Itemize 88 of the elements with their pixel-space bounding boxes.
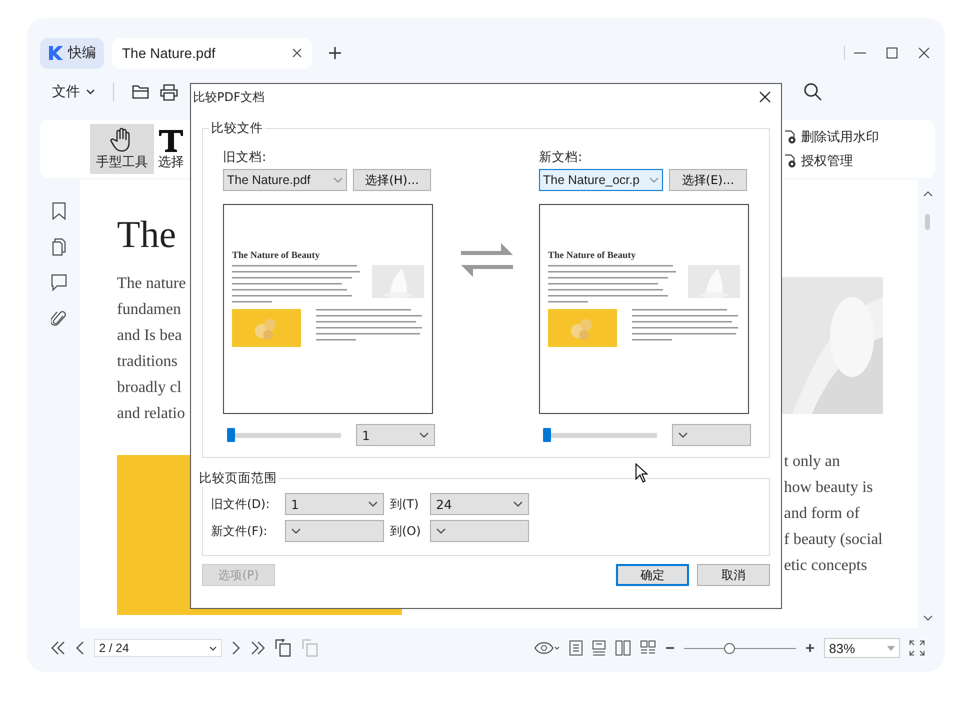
- caret-icon: [436, 528, 446, 534]
- license-button[interactable]: 授权管理: [783, 152, 879, 170]
- body-text: how beauty is: [784, 478, 874, 498]
- print-icon[interactable]: [160, 83, 178, 101]
- select-tool-button[interactable]: 选择: [158, 124, 184, 174]
- field-label: 新文件(F):: [211, 522, 268, 540]
- close-icon[interactable]: [292, 48, 302, 58]
- single-page-icon[interactable]: [569, 640, 583, 656]
- add-tab-icon[interactable]: [328, 46, 342, 60]
- folder-icon[interactable]: [132, 84, 150, 100]
- field-label: 旧文件(D):: [211, 496, 271, 512]
- preview-heading: The Nature of Beauty: [232, 251, 321, 261]
- next-page-icon[interactable]: [231, 641, 241, 655]
- group-title: 比较页面范围: [198, 470, 278, 487]
- cursor-icon: [635, 463, 649, 483]
- caret-icon: [291, 528, 301, 534]
- dialog-title: 比较PDF文档: [193, 88, 264, 106]
- slider-thumb[interactable]: [543, 428, 551, 442]
- hand-tool-button[interactable]: 手型工具: [90, 124, 154, 174]
- eye-icon[interactable]: [534, 641, 560, 655]
- attachment-icon[interactable]: [50, 310, 66, 328]
- file-menu[interactable]: 文件: [52, 83, 95, 101]
- field-label: 到(T): [390, 496, 420, 512]
- caret-icon: [649, 177, 659, 183]
- swap-icon: [461, 243, 513, 277]
- body-text: etic concepts: [784, 556, 868, 576]
- close-icon[interactable]: [759, 91, 771, 103]
- scroll-down-icon[interactable]: [922, 614, 932, 622]
- text-tool-icon: [158, 127, 184, 153]
- first-page-icon[interactable]: [50, 641, 66, 655]
- maximize-icon[interactable]: [885, 46, 899, 60]
- app-logo[interactable]: 快编: [40, 38, 104, 68]
- body-text: and Is bea: [117, 326, 182, 346]
- body-text: f beauty (social: [784, 530, 884, 550]
- field-label: 旧文档:: [223, 149, 268, 166]
- body-text: traditions: [117, 352, 178, 372]
- comment-icon[interactable]: [50, 274, 66, 292]
- body-text: broadly cl: [117, 378, 182, 398]
- rotate-page-icon[interactable]: [275, 639, 293, 657]
- badge-icon: [783, 154, 797, 168]
- choose-file-button[interactable]: 选择(E)...: [669, 169, 747, 191]
- search-icon[interactable]: [803, 82, 823, 102]
- field-label: 新文档:: [539, 149, 584, 166]
- continuous-page-icon[interactable]: [592, 640, 606, 656]
- page-dropdown[interactable]: 1: [356, 424, 435, 446]
- zoom-field[interactable]: 83%: [824, 638, 900, 658]
- fullscreen-icon[interactable]: [909, 640, 925, 656]
- field-label: 到(O): [390, 522, 422, 540]
- document-tab[interactable]: The Nature.pdf: [112, 38, 312, 68]
- body-text: t only an: [784, 452, 841, 472]
- choose-file-button[interactable]: 选择(H)...: [353, 169, 431, 191]
- logo-icon: [48, 45, 64, 61]
- caret-icon: [368, 501, 378, 507]
- file-dropdown[interactable]: The Nature_ocr.p: [539, 169, 663, 191]
- scrollbar-thumb[interactable]: [925, 214, 930, 230]
- caret-icon: [678, 432, 688, 438]
- remove-watermark-button[interactable]: 删除试用水印: [783, 128, 879, 146]
- zoom-in-icon[interactable]: [805, 643, 815, 653]
- bookmark-icon[interactable]: [52, 202, 66, 220]
- body-text: and relatio: [117, 404, 185, 424]
- two-page-scroll-icon[interactable]: [640, 640, 656, 656]
- group-title: 比较文件: [210, 120, 264, 137]
- caret-icon: [333, 177, 343, 183]
- body-text: fundamen: [117, 300, 181, 320]
- badge-icon: [783, 130, 797, 144]
- page-number-field[interactable]: 2 / 24: [94, 639, 222, 657]
- caret-icon: [419, 432, 429, 438]
- caret-icon: [887, 646, 895, 650]
- to-page-dropdown[interactable]: 24: [430, 493, 529, 515]
- body-text: The nature: [117, 274, 186, 294]
- dialog-button[interactable]: 取消: [697, 564, 770, 586]
- caret-icon: [209, 646, 217, 650]
- close-icon[interactable]: [917, 46, 931, 60]
- caret-icon: [513, 501, 523, 507]
- pages-icon[interactable]: [52, 238, 66, 256]
- last-page-icon[interactable]: [250, 641, 266, 655]
- dialog-button[interactable]: 确定: [616, 564, 689, 586]
- from-page-dropdown[interactable]: 1: [285, 493, 384, 515]
- document-heading: The: [117, 213, 176, 257]
- scroll-up-icon[interactable]: [922, 190, 932, 198]
- previous-page-icon[interactable]: [75, 641, 85, 655]
- slider-thumb[interactable]: [227, 428, 235, 442]
- caret-icon: [86, 89, 95, 95]
- preview-heading: The Nature of Beauty: [548, 251, 637, 261]
- body-text: and form of: [784, 504, 861, 524]
- slider-thumb[interactable]: [724, 642, 735, 654]
- file-dropdown[interactable]: The Nature.pdf: [223, 169, 347, 191]
- two-page-icon[interactable]: [615, 640, 631, 656]
